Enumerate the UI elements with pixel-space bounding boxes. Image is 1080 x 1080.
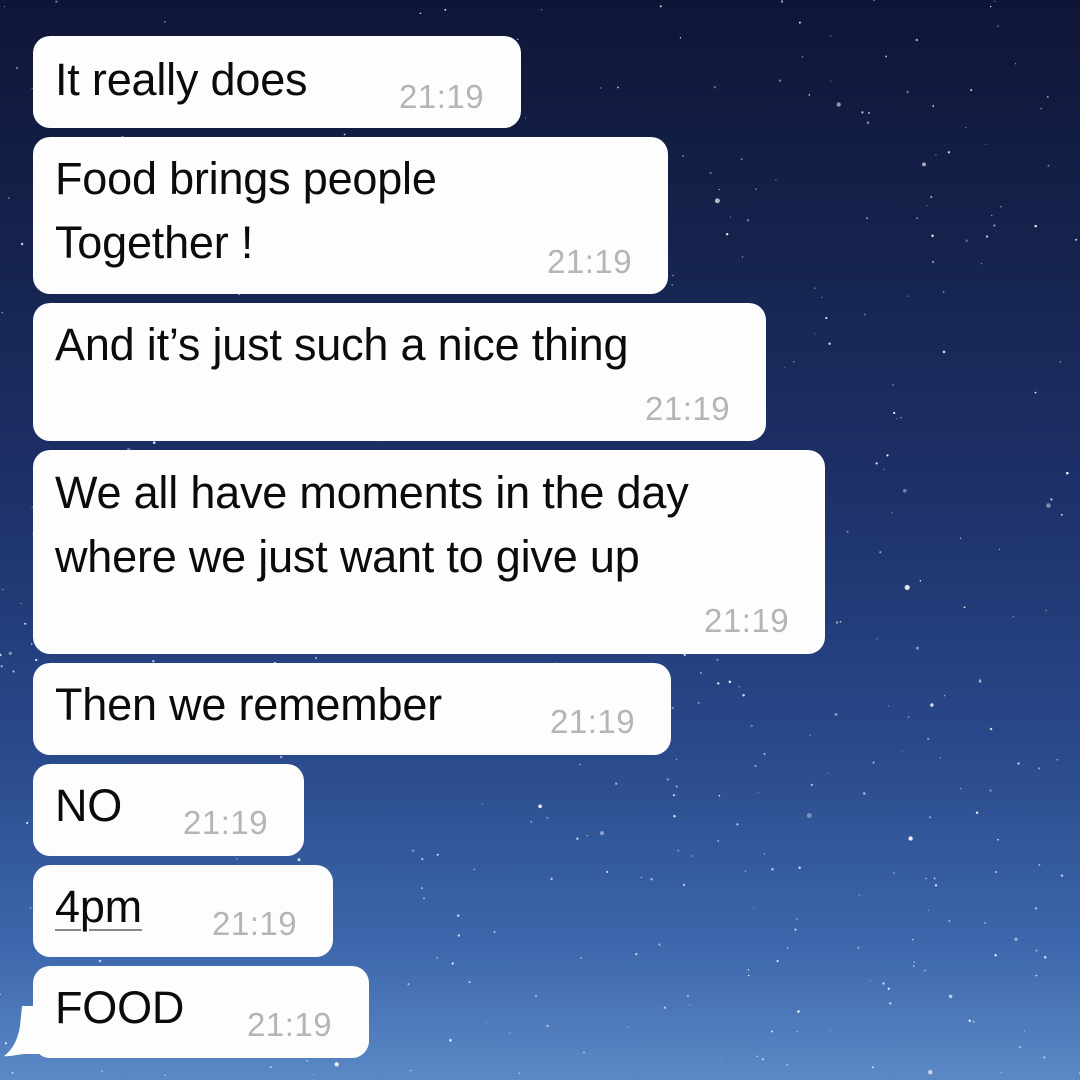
message-text: NO: [55, 780, 123, 831]
message-bubble[interactable]: It really does 21:19: [33, 36, 521, 128]
message-bubble[interactable]: FOOD 21:19: [33, 966, 369, 1058]
message-text: FOOD: [55, 982, 185, 1033]
message-timestamp: 21:19: [645, 390, 731, 427]
message-text: And it’s just such a nice thing: [55, 319, 629, 370]
message-timestamp: 21:19: [550, 703, 636, 740]
message-text: It really does: [55, 54, 308, 105]
message-timestamp: 21:19: [247, 1006, 333, 1043]
message-bubble[interactable]: Then we remember 21:19: [33, 663, 671, 755]
message-text-line: We all have moments in the day: [55, 467, 689, 518]
message-timestamp: 21:19: [704, 602, 790, 639]
message-text: Then we remember: [55, 679, 442, 730]
message-bubble[interactable]: NO 21:19: [33, 764, 304, 856]
message-bubble[interactable]: We all have moments in the day where we …: [33, 450, 825, 654]
message-timestamp: 21:19: [212, 905, 298, 942]
message-timestamp: 21:19: [399, 78, 485, 115]
message-timestamp: 21:19: [547, 243, 633, 280]
message-bubble[interactable]: 4pm 21:19: [33, 865, 333, 957]
message-text-line: where we just want to give up: [55, 531, 640, 582]
message-bubble[interactable]: Food brings people Together ! 21:19: [33, 137, 668, 294]
message-text-line: Food brings people: [55, 153, 437, 204]
message-bubble[interactable]: And it’s just such a nice thing 21:19: [33, 303, 766, 441]
message-link-text[interactable]: 4pm: [55, 875, 142, 939]
chat-thread[interactable]: It really does 21:19 Food brings people …: [0, 0, 1080, 1080]
message-text-line: Together !: [55, 217, 254, 268]
message-timestamp: 21:19: [183, 804, 269, 841]
